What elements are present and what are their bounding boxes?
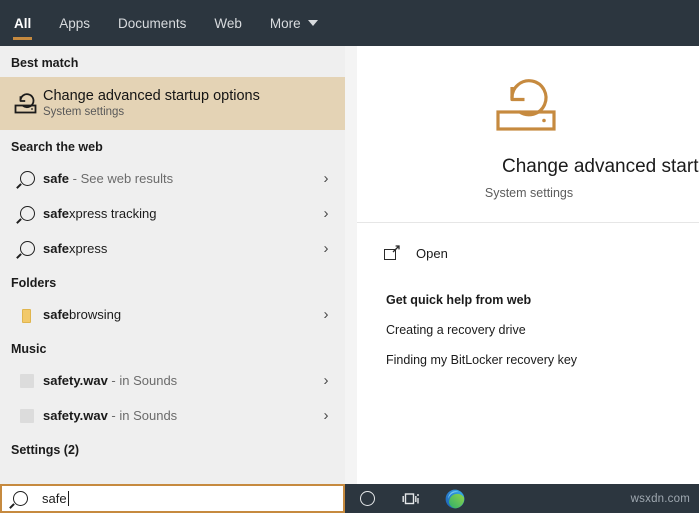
- quick-help-link-0[interactable]: Creating a recovery drive: [386, 323, 699, 337]
- chevron-right-icon[interactable]: ›: [318, 241, 334, 256]
- search-icon: [11, 241, 43, 256]
- recovery-icon: [11, 92, 43, 116]
- text-cursor: [68, 491, 69, 506]
- taskbar: wsxdn.com: [345, 484, 699, 513]
- detail-subtitle: System settings: [357, 186, 699, 200]
- tab-apps[interactable]: Apps: [45, 0, 104, 46]
- detail-hero: Change advanced startup options System s…: [357, 46, 699, 200]
- tab-more-label: More: [270, 16, 301, 31]
- search-icon: [11, 171, 43, 186]
- file-icon: [11, 374, 43, 388]
- detail-divider: [357, 222, 699, 223]
- quick-help-section: Get quick help from web Creating a recov…: [357, 273, 699, 367]
- tab-web-label: Web: [214, 16, 242, 31]
- result-best-match[interactable]: Change advanced startup options System s…: [0, 77, 345, 130]
- section-header-best-match: Best match: [0, 46, 345, 77]
- tab-documents-label: Documents: [118, 16, 186, 31]
- result-web-1-label: safexpress tracking: [43, 206, 318, 221]
- file-icon: [11, 409, 43, 423]
- chevron-right-icon[interactable]: ›: [318, 373, 334, 388]
- result-music-1[interactable]: safety.wav - in Sounds ›: [0, 398, 345, 433]
- result-web-1[interactable]: safexpress tracking ›: [0, 196, 345, 231]
- open-action-label: Open: [416, 246, 448, 261]
- open-external-icon: [384, 246, 399, 260]
- folder-icon: [11, 307, 43, 323]
- search-icon: [11, 206, 43, 221]
- search-icon: [13, 491, 28, 506]
- search-input[interactable]: safe: [0, 484, 345, 513]
- tab-web[interactable]: Web: [200, 0, 256, 46]
- search-filter-tabbar: All Apps Documents Web More: [0, 0, 699, 46]
- best-match-subtitle: System settings: [43, 105, 334, 120]
- chevron-right-icon[interactable]: ›: [318, 171, 334, 186]
- edge-icon[interactable]: [433, 484, 477, 513]
- quick-help-header: Get quick help from web: [386, 293, 699, 307]
- start-menu-search: All Apps Documents Web More Best match: [0, 0, 699, 513]
- section-header-settings: Settings (2): [0, 433, 345, 464]
- result-music-1-label: safety.wav - in Sounds: [43, 408, 318, 423]
- section-header-music: Music: [0, 332, 345, 363]
- result-folder-0[interactable]: safebrowsing ›: [0, 297, 345, 332]
- chevron-right-icon[interactable]: ›: [318, 307, 334, 322]
- result-folder-0-label: safebrowsing: [43, 307, 318, 322]
- best-match-title: Change advanced startup options: [43, 88, 334, 105]
- task-view-icon[interactable]: [389, 484, 433, 513]
- tab-all[interactable]: All: [0, 0, 45, 46]
- result-web-0[interactable]: safe - See web results ›: [0, 161, 345, 196]
- detail-pane: Change advanced startup options System s…: [357, 46, 699, 484]
- chevron-right-icon[interactable]: ›: [318, 408, 334, 423]
- open-action[interactable]: Open: [357, 233, 699, 273]
- tab-documents[interactable]: Documents: [104, 0, 200, 46]
- result-music-0-label: safety.wav - in Sounds: [43, 373, 318, 388]
- tab-apps-label: Apps: [59, 16, 90, 31]
- pane-gutter: [345, 46, 357, 484]
- chevron-down-icon: [308, 20, 318, 26]
- section-header-folders: Folders: [0, 266, 345, 297]
- section-header-search-the-web: Search the web: [0, 130, 345, 161]
- result-web-2-label: safexpress: [43, 241, 318, 256]
- best-match-text: Change advanced startup options System s…: [43, 88, 334, 120]
- search-input-value: safe: [42, 491, 67, 506]
- result-music-0[interactable]: safety.wav - in Sounds ›: [0, 363, 345, 398]
- result-web-0-label: safe - See web results: [43, 171, 318, 186]
- site-watermark: wsxdn.com: [631, 493, 690, 505]
- results-pane: Best match Change advanced startup optio…: [0, 46, 345, 484]
- chevron-right-icon[interactable]: ›: [318, 206, 334, 221]
- detail-title: Change advanced startup options: [357, 156, 699, 178]
- quick-help-link-1[interactable]: Finding my BitLocker recovery key: [386, 353, 699, 367]
- cortana-icon[interactable]: [345, 484, 389, 513]
- recovery-icon: [357, 76, 699, 140]
- result-web-2[interactable]: safexpress ›: [0, 231, 345, 266]
- tab-more[interactable]: More: [256, 0, 332, 46]
- tab-all-label: All: [14, 16, 31, 31]
